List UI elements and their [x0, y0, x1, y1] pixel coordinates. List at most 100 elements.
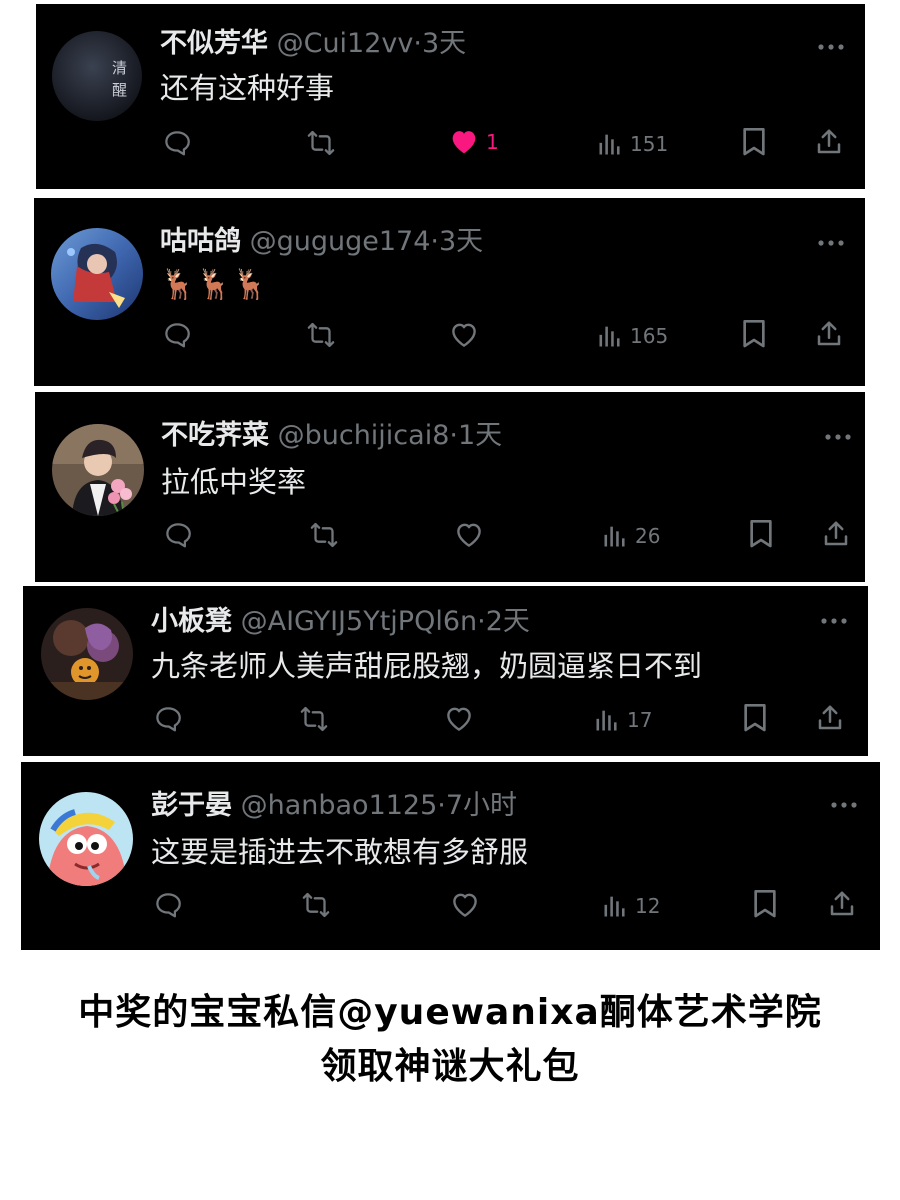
- timestamp[interactable]: 3天: [439, 226, 483, 257]
- views-button[interactable]: 165: [596, 322, 668, 350]
- repost-button[interactable]: [299, 890, 333, 920]
- share-icon: [817, 321, 841, 346]
- share-icon: [817, 129, 841, 154]
- more-dots-icon[interactable]: [816, 42, 846, 52]
- avatar[interactable]: 清 醒: [52, 31, 142, 121]
- like-button[interactable]: [453, 520, 491, 550]
- views-button[interactable]: 17: [593, 706, 652, 734]
- bookmark-button[interactable]: [740, 318, 768, 350]
- like-button[interactable]: 1: [448, 126, 499, 158]
- author-handle[interactable]: @buchijicai8: [278, 420, 450, 451]
- more-dots-icon[interactable]: [816, 238, 846, 248]
- views-button[interactable]: 12: [601, 892, 660, 920]
- bookmark-icon: [744, 704, 766, 732]
- caption-line-1: 中奖的宝宝私信@yuewanixa酮体艺术学院: [78, 992, 822, 1033]
- like-button[interactable]: [443, 704, 481, 734]
- bookmark-button[interactable]: [741, 702, 769, 734]
- post-card[interactable]: 彭于晏 @hanbao1125·7小时 这要是插进去不敢想有多舒服 12: [21, 762, 880, 950]
- post-text: 拉低中奖率: [161, 465, 307, 499]
- author-name[interactable]: 小板凳: [151, 606, 232, 637]
- avatar[interactable]: [51, 228, 143, 320]
- bookmark-button[interactable]: [740, 126, 768, 158]
- post-card[interactable]: 咕咕鸽 @guguge174·3天 🦌🦌🦌 165: [34, 198, 865, 386]
- author-name[interactable]: 咕咕鸽: [160, 226, 241, 257]
- repost-button[interactable]: [297, 704, 331, 734]
- repost-button[interactable]: [307, 520, 341, 550]
- post-text: 九条老师人美声甜屁股翘，奶圆逼紧日不到: [151, 649, 703, 683]
- views-button[interactable]: 151: [596, 130, 668, 158]
- reply-button[interactable]: [153, 890, 183, 920]
- like-count: 1: [486, 130, 499, 154]
- view-count: 26: [635, 524, 661, 548]
- share-button[interactable]: [821, 518, 851, 550]
- view-count: 151: [630, 132, 669, 156]
- author-handle[interactable]: @Cui12vv: [277, 28, 414, 59]
- timestamp[interactable]: 2天: [486, 606, 530, 637]
- author-handle[interactable]: @hanbao1125: [241, 790, 438, 821]
- author-name[interactable]: 不似芳华: [160, 28, 268, 59]
- heart-icon: [452, 323, 476, 347]
- bookmark-button[interactable]: [751, 888, 779, 920]
- author-handle[interactable]: @AIGYIJ5YtjPQl6n: [241, 606, 478, 637]
- more-dots-icon[interactable]: [829, 800, 859, 810]
- bookmark-button[interactable]: [747, 518, 775, 550]
- reply-icon: [156, 707, 181, 732]
- post-text: 还有这种好事: [160, 71, 335, 105]
- separator: ·: [413, 28, 422, 59]
- reply-icon: [166, 523, 191, 548]
- reply-button[interactable]: [162, 128, 192, 158]
- caption-line-2: 领取神谜大礼包: [320, 1046, 580, 1087]
- heart-icon: [452, 131, 476, 154]
- post-text: 这要是插进去不敢想有多舒服: [151, 835, 529, 869]
- bookmark-icon: [743, 320, 765, 348]
- reply-button[interactable]: [162, 320, 192, 350]
- svg-text:清: 清: [112, 59, 127, 77]
- share-button[interactable]: [827, 888, 857, 920]
- share-icon: [824, 521, 848, 546]
- views-chart-icon: [596, 710, 617, 731]
- author-name[interactable]: 不吃荠菜: [161, 420, 269, 451]
- avatar[interactable]: [52, 424, 144, 516]
- reply-icon: [165, 323, 190, 348]
- like-button[interactable]: [449, 890, 487, 920]
- views-chart-icon: [604, 526, 625, 547]
- bookmark-icon: [743, 128, 765, 156]
- heart-icon: [453, 893, 477, 917]
- like-button[interactable]: [448, 320, 486, 350]
- share-button[interactable]: [815, 702, 845, 734]
- repost-icon: [300, 706, 328, 732]
- views-button[interactable]: 26: [601, 522, 660, 550]
- reply-button[interactable]: [163, 520, 193, 550]
- heart-icon: [457, 523, 481, 547]
- avatar[interactable]: [41, 608, 133, 700]
- more-dots-icon[interactable]: [819, 616, 849, 626]
- timestamp[interactable]: 1天: [458, 420, 502, 451]
- repost-button[interactable]: [304, 128, 338, 158]
- svg-text:醒: 醒: [112, 81, 127, 99]
- views-chart-icon: [599, 134, 620, 155]
- post-card[interactable]: 小板凳 @AIGYIJ5YtjPQl6n·2天 九条老师人美声甜屁股翘，奶圆逼紧…: [23, 586, 868, 756]
- post-card[interactable]: 不吃荠菜 @buchijicai8·1天 拉低中奖率 26: [35, 392, 865, 582]
- repost-icon: [310, 522, 338, 548]
- view-count: 17: [627, 708, 653, 732]
- heart-icon: [447, 707, 471, 731]
- avatar[interactable]: [39, 792, 133, 886]
- share-button[interactable]: [814, 126, 844, 158]
- timestamp[interactable]: 7小时: [446, 790, 517, 821]
- view-count: 12: [635, 894, 661, 918]
- post-card[interactable]: 清 醒 不似芳华 @Cui12vv·3天 还有这种好事 1 151: [36, 4, 865, 189]
- timestamp[interactable]: 3天: [422, 28, 466, 59]
- repost-button[interactable]: [304, 320, 338, 350]
- post-text: 🦌🦌🦌: [160, 267, 269, 301]
- author-name[interactable]: 彭于晏: [151, 790, 232, 821]
- share-button[interactable]: [814, 318, 844, 350]
- share-icon: [830, 891, 854, 916]
- separator: ·: [437, 790, 446, 821]
- reply-icon: [165, 131, 190, 156]
- author-handle[interactable]: @guguge174: [250, 226, 431, 257]
- share-icon: [818, 705, 842, 730]
- bookmark-icon: [754, 890, 776, 918]
- more-dots-icon[interactable]: [823, 432, 853, 442]
- reply-button[interactable]: [153, 704, 183, 734]
- view-count: 165: [630, 324, 669, 348]
